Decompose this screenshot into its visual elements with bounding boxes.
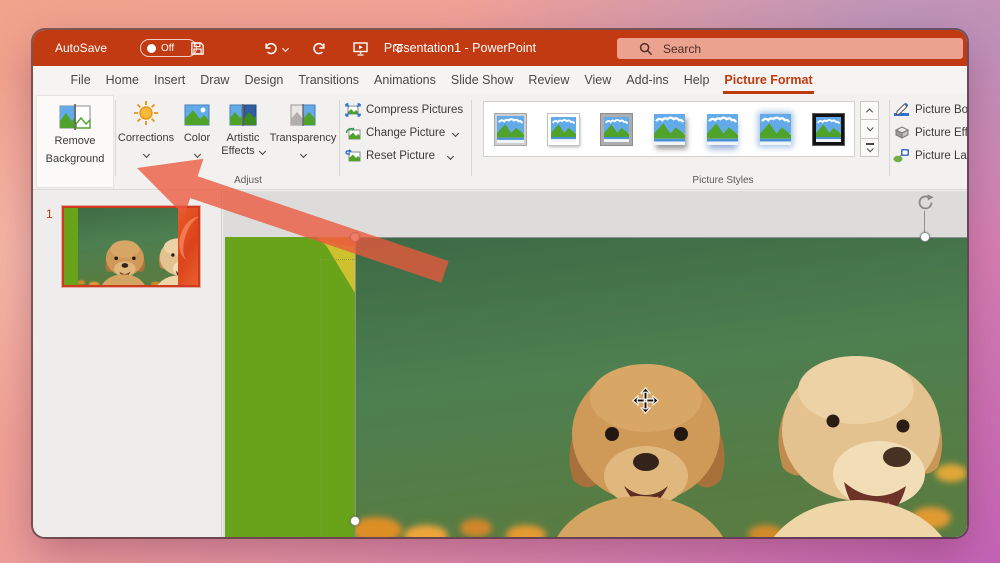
save-icon[interactable] (187, 39, 207, 57)
redo-icon[interactable] (308, 39, 328, 57)
picture-styles-group-label: Picture Styles (593, 175, 853, 186)
picture-border-button[interactable]: Picture Border (893, 102, 967, 117)
ribbon-tab-bar: File Home Insert Draw Design Transitions… (33, 66, 967, 94)
artistic-effects-label-1: Artistic (219, 132, 267, 144)
tab-view[interactable]: View (577, 66, 619, 94)
picture-layout-icon (893, 148, 910, 163)
selection-handle-top-left[interactable] (350, 232, 360, 242)
thumbnail-green-bar (64, 208, 78, 285)
gallery-style-7[interactable] (808, 109, 849, 150)
picture-effects-label: Picture Effects (915, 127, 967, 139)
tab-picture-format[interactable]: Picture Format (717, 66, 820, 94)
powerpoint-window: AutoSave Off Presentation1 - PowerPoint (33, 30, 967, 537)
slide-thumbnail-panel: 1 (33, 191, 222, 537)
corrections-sun-icon (117, 98, 175, 126)
gallery-style-5[interactable] (702, 109, 743, 150)
gallery-style-4[interactable] (649, 109, 690, 150)
gallery-style-2[interactable] (543, 109, 584, 150)
change-picture-button[interactable]: Change Picture (345, 126, 458, 140)
autosave-label: AutoSave (55, 41, 107, 55)
transparency-icon (267, 98, 339, 126)
tab-help[interactable]: Help (676, 66, 717, 94)
tab-review[interactable]: Review (521, 66, 577, 94)
reset-picture-icon (345, 149, 361, 163)
artistic-effects-icon (219, 98, 267, 126)
title-bar: AutoSave Off Presentation1 - PowerPoint (33, 30, 967, 66)
tab-design[interactable]: Design (237, 66, 291, 94)
rotate-handle-icon[interactable] (915, 193, 935, 213)
tab-home[interactable]: Home (98, 66, 146, 94)
tab-transitions[interactable]: Transitions (291, 66, 367, 94)
undo-icon[interactable] (261, 39, 281, 57)
tab-draw[interactable]: Draw (193, 66, 237, 94)
picture-effects-icon (893, 125, 910, 140)
slide-number: 1 (46, 207, 53, 221)
compress-pictures-button[interactable]: Compress Pictures (345, 103, 463, 117)
picture-layout-label: Picture Layout (915, 150, 967, 162)
gallery-more-icon[interactable] (860, 138, 879, 157)
remove-background-label-2: Background (46, 153, 105, 166)
picture-layout-button[interactable]: Picture Layout (893, 148, 967, 163)
slide-1-thumbnail[interactable] (62, 206, 200, 287)
compress-pictures-label: Compress Pictures (366, 104, 463, 116)
change-picture-icon (345, 126, 361, 140)
remove-background-button[interactable]: Remove Background (36, 95, 114, 188)
move-cursor-icon (632, 387, 659, 414)
window-title: Presentation1 - PowerPoint (380, 41, 540, 55)
placeholder-dotted-outline (320, 259, 355, 260)
ribbon-separator (471, 100, 472, 176)
adjust-group-label: Adjust (153, 175, 343, 186)
reset-picture-button[interactable]: Reset Picture (345, 149, 453, 163)
thumbnail-orange-ribbon (178, 208, 198, 285)
placeholder-dotted-outline (320, 259, 321, 537)
tab-insert[interactable]: Insert (147, 66, 193, 94)
ribbon-separator (339, 100, 340, 176)
picture-border-label: Picture Border (915, 104, 967, 116)
artistic-effects-label-2: Effects (219, 145, 267, 157)
picture-styles-gallery (483, 101, 855, 157)
picture-border-icon (893, 102, 910, 117)
ribbon-separator (115, 100, 116, 176)
transparency-label: Transparency (267, 132, 339, 144)
corrections-button[interactable]: Corrections (117, 98, 175, 160)
gallery-scroll-down-icon[interactable] (860, 119, 879, 138)
search-icon (639, 42, 653, 56)
tab-animations[interactable]: Animations (367, 66, 444, 94)
gallery-style-6[interactable] (755, 109, 796, 150)
gallery-scroll-up-icon[interactable] (860, 101, 879, 120)
green-shape-fold-decoration (310, 237, 356, 295)
change-picture-label: Change Picture (366, 127, 445, 139)
ribbon-separator (889, 100, 890, 176)
corrections-label: Corrections (117, 132, 175, 144)
gallery-scroll (860, 101, 879, 157)
tab-add-ins[interactable]: Add-ins (619, 66, 676, 94)
thumbnail-puppies-image (78, 208, 178, 285)
autosave-state: Off (161, 43, 174, 54)
slide-edit-area (223, 191, 967, 537)
tab-slide-show[interactable]: Slide Show (443, 66, 521, 94)
ribbon: Remove Background Corrections Color (33, 94, 967, 190)
tab-file[interactable]: File (63, 66, 98, 94)
remove-background-icon (59, 104, 91, 130)
color-button[interactable]: Color (177, 98, 217, 160)
start-presentation-icon[interactable] (350, 39, 370, 57)
undo-menu-chevron-icon[interactable] (280, 39, 290, 57)
artistic-effects-button[interactable]: Artistic Effects (219, 98, 267, 157)
desktop-background: AutoSave Off Presentation1 - PowerPoint (0, 0, 1000, 563)
color-label: Color (177, 132, 217, 144)
gallery-style-3[interactable] (596, 109, 637, 150)
transparency-button[interactable]: Transparency (267, 98, 339, 160)
selection-handle-middle-left[interactable] (350, 516, 360, 526)
search-placeholder: Search (663, 42, 701, 56)
selection-handle-top-center[interactable] (920, 232, 930, 242)
search-input[interactable]: Search (617, 38, 963, 59)
gallery-style-1[interactable] (490, 109, 531, 150)
compress-pictures-icon (345, 103, 361, 117)
picture-effects-button[interactable]: Picture Effects (893, 125, 967, 140)
reset-picture-label: Reset Picture (366, 150, 435, 162)
autosave-toggle-knob (147, 44, 156, 53)
color-icon (177, 98, 217, 126)
puppies-picture[interactable] (355, 237, 967, 537)
remove-background-label-1: Remove (55, 135, 96, 148)
